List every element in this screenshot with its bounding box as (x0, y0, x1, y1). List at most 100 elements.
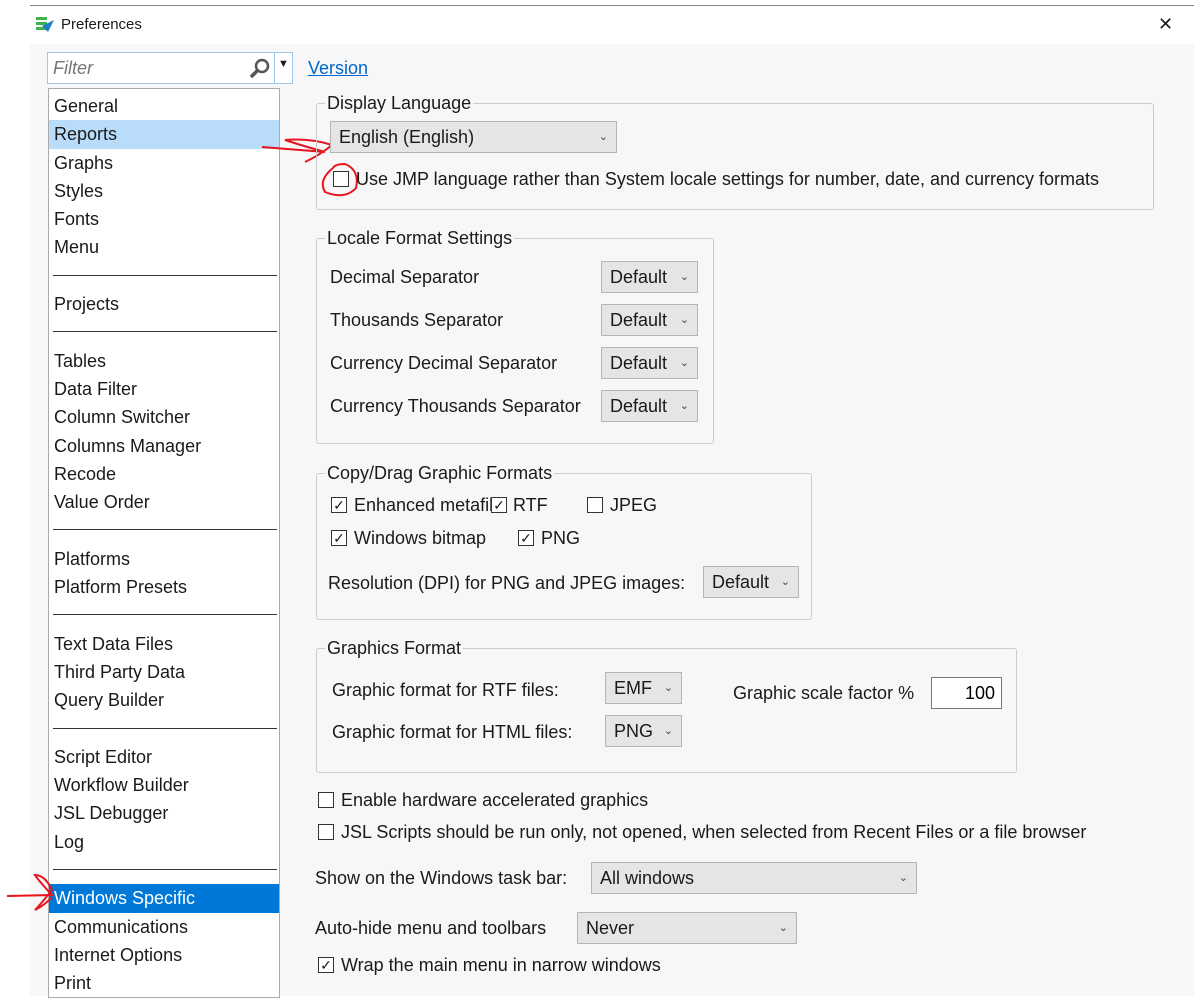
dpi-select[interactable]: Default ⌄ (703, 566, 799, 598)
autohide-value: Never (586, 918, 635, 938)
sidebar-item-styles[interactable]: Styles (49, 177, 279, 205)
sidebar-item-platform-presets[interactable]: Platform Presets (49, 573, 279, 601)
sidebar-item-general[interactable]: General (49, 92, 279, 120)
chevron-down-icon: ⌄ (679, 357, 689, 369)
sidebar-item-query-builder[interactable]: Query Builder (49, 686, 279, 714)
use-jmp-language-checkbox[interactable] (333, 171, 349, 187)
list-separator (49, 318, 279, 346)
chevron-down-icon: ⌄ (679, 314, 689, 326)
autohide-label: Auto-hide menu and toolbars (315, 918, 547, 938)
html-format-select[interactable]: PNG ⌄ (605, 715, 682, 747)
hw-accel-label: Enable hardware accelerated graphics (341, 790, 649, 810)
chevron-down-icon: ⌄ (679, 400, 689, 412)
chevron-down-icon: ⌄ (778, 922, 788, 934)
chevron-down-icon: ⌄ (663, 725, 673, 737)
bmp-label: Windows bitmap (354, 528, 487, 548)
sidebar-item-workflow-builder[interactable]: Workflow Builder (49, 771, 279, 799)
sidebar-item-data-filter[interactable]: Data Filter (49, 375, 279, 403)
copy-drag-formats-group: Copy/Drag Graphic Formats ✓ Enhanced met… (316, 462, 812, 620)
close-button[interactable]: ✕ (1158, 14, 1173, 35)
jsl-run-label: JSL Scripts should be run only, not open… (341, 822, 1087, 842)
chevron-down-icon: ⌄ (663, 682, 673, 694)
sidebar-item-column-switcher[interactable]: Column Switcher (49, 403, 279, 431)
filter-dropdown-icon[interactable]: ▼ (278, 58, 289, 70)
locale-row-label: Currency Thousands Separator (330, 396, 581, 416)
locale-row-value: Default (610, 396, 668, 416)
sidebar-item-recode[interactable]: Recode (49, 460, 279, 488)
rtf-format-value: EMF (614, 678, 652, 698)
filter-input[interactable] (48, 53, 244, 83)
jmp-app-icon (36, 17, 54, 32)
locale-row-select[interactable]: Default ⌄ (601, 390, 698, 422)
sidebar-item-jsl-debugger[interactable]: JSL Debugger (49, 799, 279, 827)
locale-format-group: Locale Format Settings Decimal Separator… (316, 227, 714, 444)
list-separator (49, 715, 279, 743)
jpeg-checkbox[interactable] (587, 497, 603, 513)
sidebar-item-print[interactable]: Print (49, 969, 279, 997)
sidebar-item-text-data-files[interactable]: Text Data Files (49, 630, 279, 658)
sidebar-item-menu[interactable]: Menu (49, 233, 279, 261)
dpi-value: Default (712, 572, 770, 592)
sidebar-item-windows-specific[interactable]: Windows Specific (49, 884, 279, 913)
locale-row-select[interactable]: Default ⌄ (601, 347, 698, 379)
search-icon[interactable] (248, 58, 270, 80)
rtf-checkbox[interactable]: ✓ (491, 497, 507, 513)
scale-factor-input[interactable] (931, 677, 1002, 709)
version-link[interactable]: Version (308, 58, 368, 79)
chevron-down-icon: ⌄ (679, 271, 689, 283)
locale-row-value: Default (610, 310, 668, 330)
jpeg-label: JPEG (610, 495, 658, 515)
use-jmp-language-label: Use JMP language rather than System loca… (356, 169, 1100, 189)
graphics-format-title: Graphics Format (325, 637, 464, 659)
scale-factor-label: Graphic scale factor % (733, 683, 915, 703)
sidebar-item-internet-options[interactable]: Internet Options (49, 941, 279, 969)
window-title: Preferences (61, 16, 142, 33)
display-language-group: Display Language English (English) ⌄ Use … (316, 92, 1154, 210)
html-format-label: Graphic format for HTML files: (332, 722, 573, 742)
sidebar-item-value-order[interactable]: Value Order (49, 488, 279, 516)
display-language-select[interactable]: English (English) ⌄ (330, 121, 617, 153)
sidebar-item-projects[interactable]: Projects (49, 290, 279, 318)
jsl-run-checkbox[interactable] (318, 824, 334, 840)
sidebar-item-platforms[interactable]: Platforms (49, 545, 279, 573)
filter-search-box[interactable]: ▼ (47, 52, 293, 84)
chevron-down-icon: ⌄ (780, 576, 790, 588)
png-label: PNG (541, 528, 581, 548)
locale-row-select[interactable]: Default ⌄ (601, 304, 698, 336)
list-separator (49, 601, 279, 629)
copy-drag-title: Copy/Drag Graphic Formats (325, 462, 555, 484)
locale-row-label: Decimal Separator (330, 267, 480, 287)
emf-label: Enhanced metafile (354, 495, 504, 515)
sidebar-item-script-editor[interactable]: Script Editor (49, 743, 279, 771)
list-separator (49, 856, 279, 884)
rtf-format-select[interactable]: EMF ⌄ (605, 672, 682, 704)
sidebar-item-log[interactable]: Log (49, 828, 279, 856)
sidebar-item-tables[interactable]: Tables (49, 347, 279, 375)
autohide-select[interactable]: Never ⌄ (577, 912, 797, 944)
rtf-format-label: Graphic format for RTF files: (332, 680, 559, 700)
sidebar-item-graphs[interactable]: Graphs (49, 149, 279, 177)
taskbar-value: All windows (600, 868, 695, 888)
taskbar-select[interactable]: All windows ⌄ (591, 862, 917, 894)
sidebar-item-third-party-data[interactable]: Third Party Data (49, 658, 279, 686)
locale-row-value: Default (610, 353, 668, 373)
wrap-menu-checkbox[interactable]: ✓ (318, 957, 334, 973)
list-separator (49, 516, 279, 544)
title-bar: Preferences ✕ (0, 8, 1194, 44)
emf-checkbox[interactable]: ✓ (331, 497, 347, 513)
chevron-down-icon: ⌄ (598, 131, 608, 143)
preferences-category-list[interactable]: General Reports Graphs Styles Fonts Menu Proje… (48, 88, 280, 998)
graphics-format-group: Graphics Format Graphic format for RTF f… (316, 637, 1017, 773)
sidebar-item-columns-manager[interactable]: Columns Manager (49, 432, 279, 460)
locale-row-select[interactable]: Default ⌄ (601, 261, 698, 293)
taskbar-label: Show on the Windows task bar: (315, 868, 568, 888)
sidebar-item-communications[interactable]: Communications (49, 913, 279, 941)
png-checkbox[interactable]: ✓ (518, 530, 534, 546)
locale-row-label: Currency Decimal Separator (330, 353, 558, 373)
hw-accel-checkbox[interactable] (318, 792, 334, 808)
sidebar-item-fonts[interactable]: Fonts (49, 205, 279, 233)
bmp-checkbox[interactable]: ✓ (331, 530, 347, 546)
sidebar-item-reports[interactable]: Reports (49, 120, 279, 149)
dpi-label: Resolution (DPI) for PNG and JPEG images… (328, 573, 686, 593)
locale-format-title: Locale Format Settings (325, 227, 515, 249)
